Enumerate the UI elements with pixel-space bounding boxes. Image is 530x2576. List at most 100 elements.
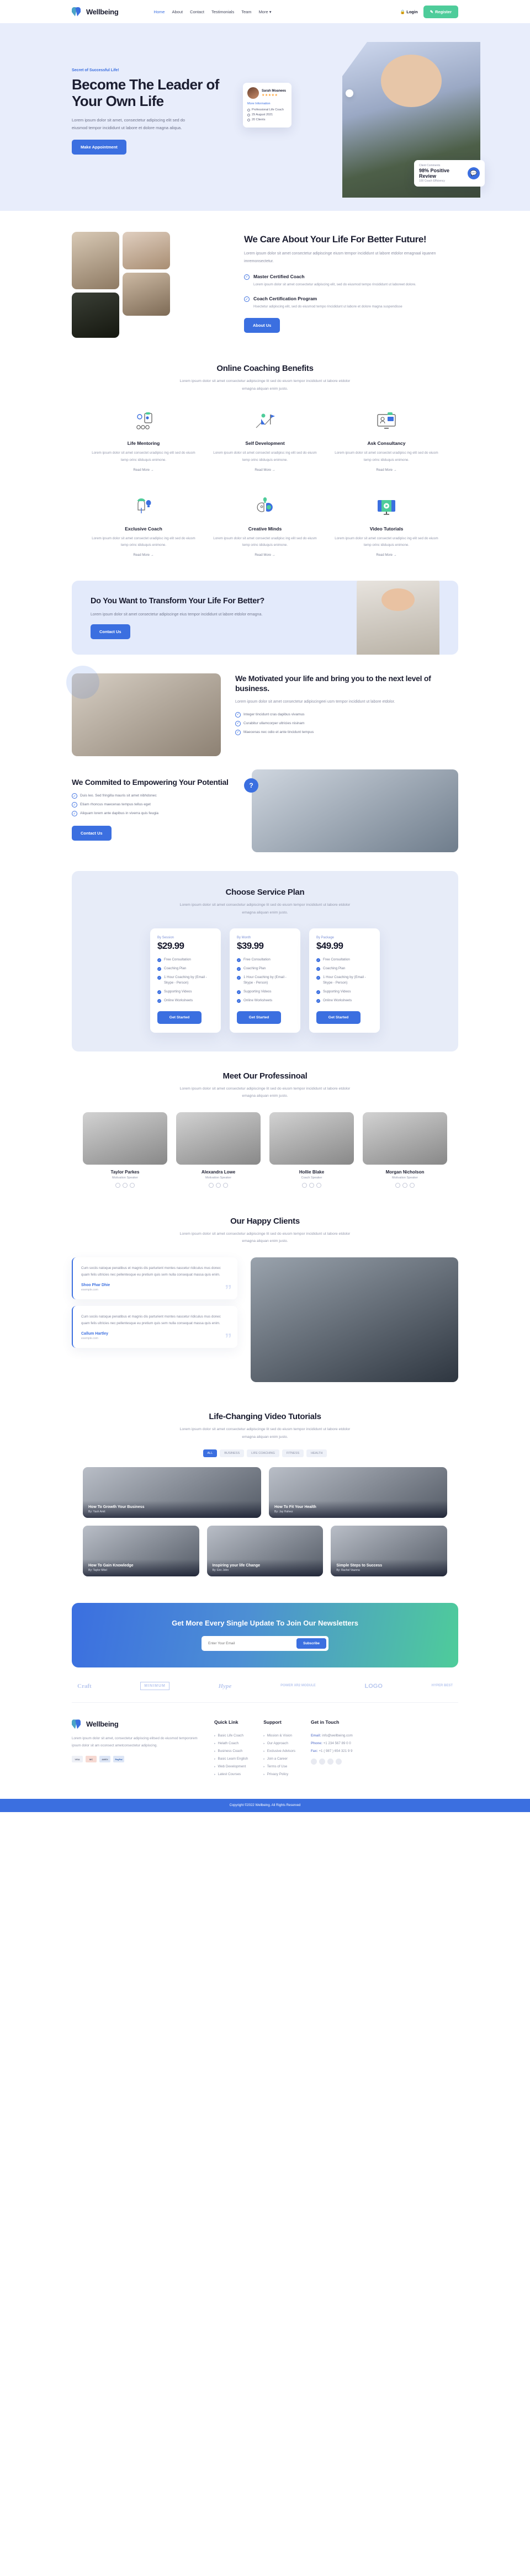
subscribe-button[interactable]: Subscribe bbox=[296, 1638, 326, 1649]
team-photo bbox=[83, 1112, 167, 1165]
twitter-icon[interactable] bbox=[123, 1182, 128, 1188]
read-more-link[interactable]: Read More → bbox=[255, 554, 275, 557]
twitter-icon[interactable] bbox=[309, 1182, 314, 1188]
footer-link[interactable]: Terms of Use bbox=[263, 1765, 295, 1768]
twitter-icon[interactable] bbox=[319, 1759, 325, 1765]
footer-link[interactable]: Basic Learn English bbox=[214, 1757, 248, 1761]
team-member-card[interactable]: Hollie Blake Coach Speaker bbox=[269, 1112, 354, 1188]
benefit-card[interactable]: Life Mentoring Lorem ipsum dolor sit ame… bbox=[83, 407, 204, 473]
benefit-card[interactable]: Self Development Lorem ipsum dolor sit a… bbox=[204, 407, 326, 473]
check-circle-icon: ✓ bbox=[72, 802, 77, 808]
filter-health[interactable]: HEALTH bbox=[306, 1449, 327, 1458]
read-more-link[interactable]: Read More → bbox=[255, 469, 275, 472]
instagram-icon[interactable] bbox=[335, 1759, 342, 1765]
logo[interactable]: Wellbeing bbox=[72, 7, 119, 17]
filter-fitness[interactable]: FITNESS bbox=[282, 1449, 304, 1458]
footer-link[interactable]: Our Approach bbox=[263, 1741, 295, 1745]
brand-logo-power-xr2: POWER XR2 MODULE bbox=[280, 1684, 316, 1688]
footer-link[interactable]: Join a Career bbox=[263, 1757, 295, 1761]
get-started-button[interactable]: Get Started bbox=[157, 1011, 202, 1024]
team-name: Morgan Nicholson bbox=[385, 1169, 425, 1175]
nav-item-about[interactable]: About bbox=[172, 9, 183, 14]
register-button[interactable]: ✎ Register bbox=[423, 5, 458, 18]
footer-link[interactable]: Exclusive Advisors bbox=[263, 1749, 295, 1753]
commit-bullets: ✓ Duis leo. Sed fringilla mauris sit amet… bbox=[72, 793, 237, 817]
footer-link[interactable]: Latest Courses bbox=[214, 1772, 248, 1776]
bullet-text: Maecenas nec odio et ante tincidunt temp… bbox=[243, 730, 314, 734]
about-us-button[interactable]: About Us bbox=[244, 318, 280, 333]
footer-social-links bbox=[310, 1759, 353, 1765]
email-value[interactable]: info@wellbeing.com bbox=[322, 1734, 352, 1738]
newsletter-email-input[interactable] bbox=[204, 1642, 297, 1646]
team-role: Coach Speaker bbox=[301, 1176, 322, 1180]
video-card[interactable]: How To Growth Your Business By: Yash Amit bbox=[83, 1467, 261, 1518]
footer-link[interactable]: Privacy Policy bbox=[263, 1772, 295, 1776]
coach-role-row: Professional Life Coach bbox=[247, 108, 287, 111]
benefit-card[interactable]: Ask Consultancy Lorem ipsum dolor sit am… bbox=[326, 407, 447, 473]
get-started-button[interactable]: Get Started bbox=[316, 1011, 361, 1024]
filter-business[interactable]: BUSINESS bbox=[220, 1449, 245, 1458]
plan-price: $29.99 bbox=[157, 941, 184, 952]
about-photo-3 bbox=[123, 273, 170, 316]
read-more-link[interactable]: Read More → bbox=[133, 469, 153, 472]
nav-item-team[interactable]: Team bbox=[241, 9, 251, 14]
benefit-card[interactable]: Creative Minds Lorem ipsum dolor sit ame… bbox=[204, 492, 326, 559]
video-card[interactable]: Simple Steps to Success By: Rachel Vaunna bbox=[331, 1526, 447, 1577]
pricing-title: Choose Service Plan bbox=[225, 887, 305, 897]
cta-contact-button[interactable]: Contact Us bbox=[91, 624, 130, 639]
footer-column-title: Get in Touch bbox=[310, 1719, 340, 1725]
plan-feature-text: Coaching Plan bbox=[164, 966, 187, 971]
login-button[interactable]: 🔒 Login bbox=[400, 9, 418, 14]
chat-icon[interactable]: 💬 bbox=[468, 167, 480, 179]
testimonial-quote: Cum sociis natoque penatibus et magnis d… bbox=[81, 1266, 221, 1277]
team-section: Meet Our Professinoal Lorem ipsum dolor … bbox=[0, 1051, 530, 1202]
linkedin-icon[interactable] bbox=[327, 1759, 333, 1765]
facebook-icon[interactable] bbox=[115, 1182, 120, 1188]
team-member-card[interactable]: Alexandra Lowe Motivation Speaker bbox=[176, 1112, 261, 1188]
video-card[interactable]: How To Fit Your Health By: Jay Hafeez bbox=[269, 1467, 447, 1518]
facebook-icon[interactable] bbox=[302, 1182, 307, 1188]
twitter-icon[interactable] bbox=[402, 1182, 407, 1188]
footer-link[interactable]: Helath Coach bbox=[214, 1741, 248, 1745]
phone-value[interactable]: +1 234 567 89 0 0 bbox=[324, 1741, 351, 1745]
footer-link[interactable]: Mission & Vision bbox=[263, 1734, 295, 1738]
video-title: Inspiring your life Change bbox=[212, 1564, 260, 1568]
play-chip-icon[interactable] bbox=[346, 89, 353, 97]
calendar-icon bbox=[247, 113, 250, 116]
get-started-button[interactable]: Get Started bbox=[237, 1011, 281, 1024]
filter-all[interactable]: ALL bbox=[203, 1449, 218, 1458]
video-grid-row1: How To Growth Your Business By: Yash Amit… bbox=[83, 1467, 447, 1518]
footer-link[interactable]: Basic Life Coach bbox=[214, 1734, 248, 1738]
twitter-icon[interactable] bbox=[216, 1182, 221, 1188]
facebook-icon[interactable] bbox=[310, 1759, 317, 1765]
pricing-section: Choose Service Plan Lorem ipsum dolor si… bbox=[72, 870, 458, 1051]
bullet-text: Aliquam lorem ante dapibus in viverra qu… bbox=[80, 811, 158, 816]
plan-feature-text: Supporting Videos bbox=[243, 989, 272, 994]
read-more-link[interactable]: Read More → bbox=[376, 469, 396, 472]
facebook-icon[interactable] bbox=[209, 1182, 214, 1188]
commit-contact-button[interactable]: Contact Us bbox=[72, 826, 112, 841]
nav-item-testimonials[interactable]: Testimonials bbox=[211, 9, 234, 14]
video-card[interactable]: How To Gain Knowledge By: Taylor Mitel bbox=[83, 1526, 199, 1577]
instagram-icon[interactable] bbox=[223, 1182, 228, 1188]
more-information-link[interactable]: More Information bbox=[247, 102, 287, 105]
nav-item-contact[interactable]: Contact bbox=[190, 9, 204, 14]
footer-link[interactable]: Business Coach bbox=[214, 1749, 248, 1753]
instagram-icon[interactable] bbox=[410, 1182, 415, 1188]
instagram-icon[interactable] bbox=[130, 1182, 135, 1188]
benefit-card[interactable]: Video Tutorials Lorem ipsum dolor sit am… bbox=[326, 492, 447, 559]
instagram-icon[interactable] bbox=[316, 1182, 321, 1188]
team-member-card[interactable]: Morgan Nicholson Motivation Speaker bbox=[363, 1112, 447, 1188]
nav-item-more[interactable]: More ▾ bbox=[259, 9, 272, 14]
footer-logo[interactable]: Wellbeing bbox=[72, 1719, 199, 1729]
filter-life-coaching[interactable]: LIFE COACHING bbox=[247, 1449, 279, 1458]
benefit-card[interactable]: Exclusive Coach Lorem ipsum dolor sit am… bbox=[83, 492, 204, 559]
read-more-link[interactable]: Read More → bbox=[133, 554, 153, 557]
footer-link[interactable]: Web Development bbox=[214, 1765, 248, 1768]
read-more-link[interactable]: Read More → bbox=[376, 554, 396, 557]
team-member-card[interactable]: Taylor Parkes Motivation Speaker bbox=[83, 1112, 167, 1188]
facebook-icon[interactable] bbox=[395, 1182, 400, 1188]
make-appointment-button[interactable]: Make Appointment bbox=[72, 139, 126, 155]
video-card[interactable]: Inspiring your life Change By: Eric John bbox=[206, 1526, 324, 1577]
nav-item-home[interactable]: Home bbox=[153, 9, 165, 14]
